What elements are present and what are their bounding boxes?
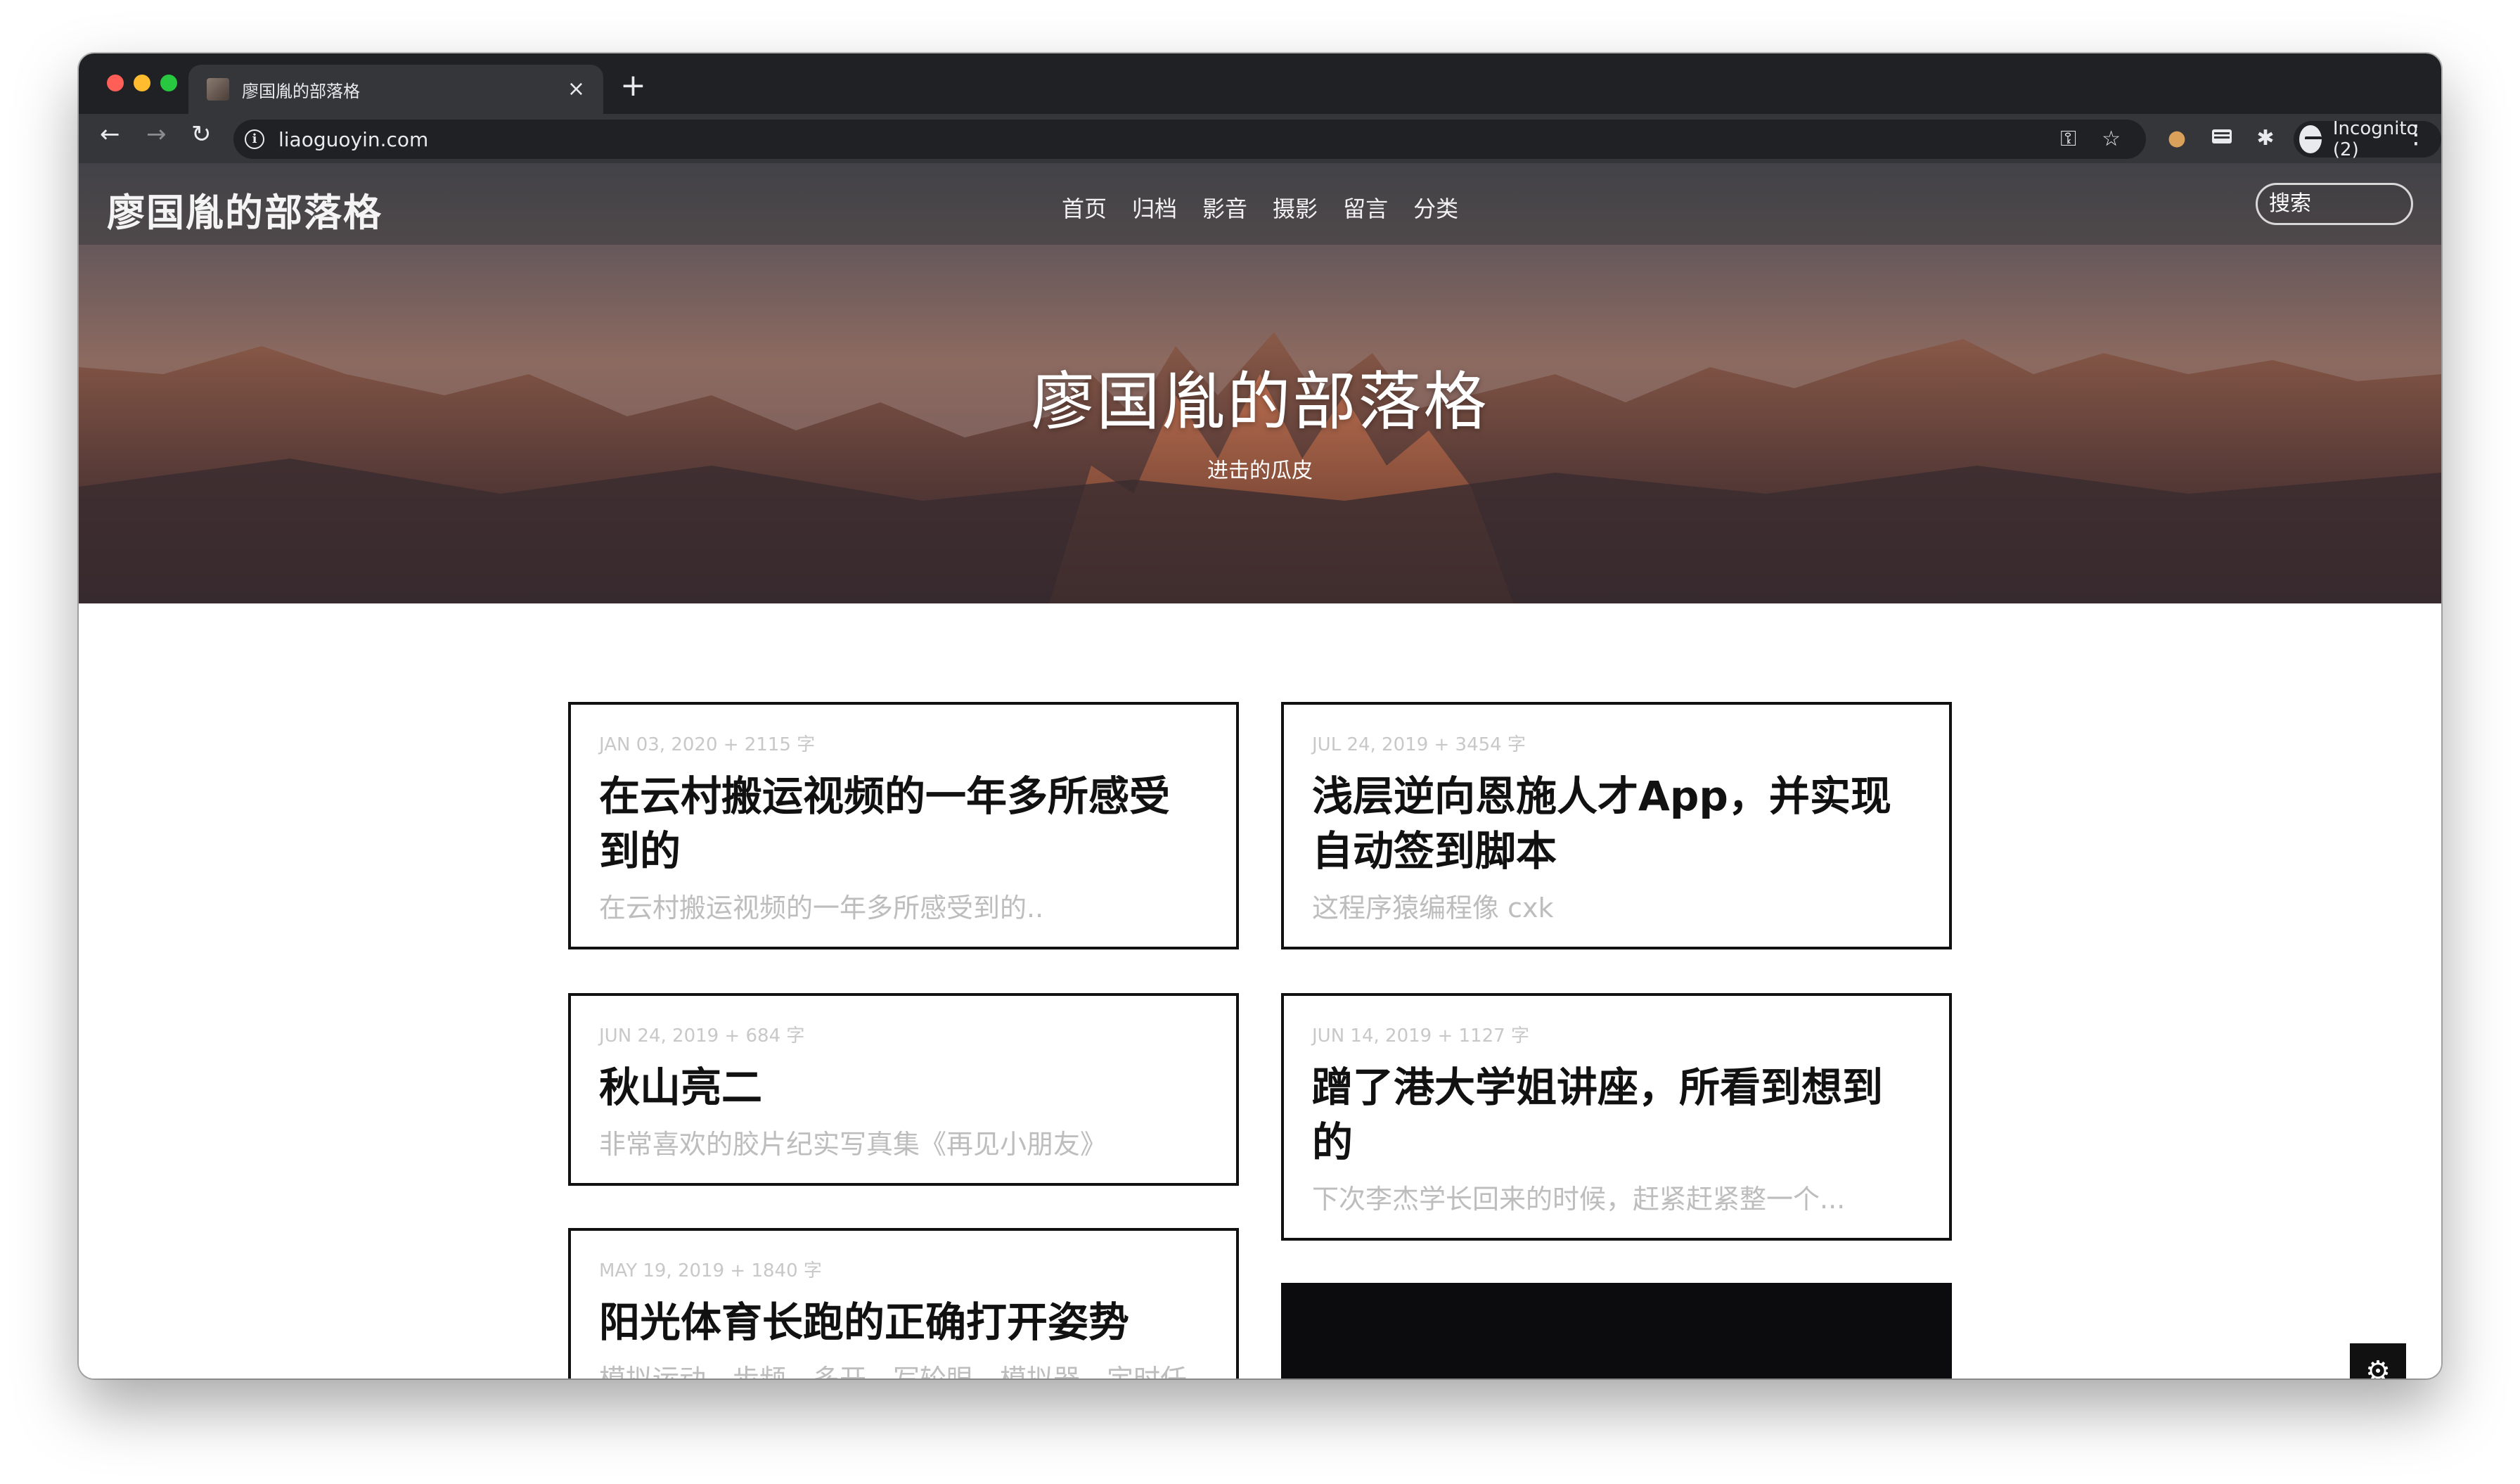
site-brand[interactable]: 廖国胤的部落格 [107,181,382,237]
search-input[interactable]: 搜索 [2256,183,2413,225]
post-card-image[interactable] [1281,1283,1952,1379]
post-meta: JUN 24, 2019 + 684 字 [599,1025,805,1047]
nav-item-categories[interactable]: 分类 [1413,191,1458,224]
post-meta: JUL 24, 2019 + 3454 字 [1312,734,1526,755]
tab-title: 廖国胤的部落格 [242,81,360,101]
post-excerpt: 模拟运动、步频、多开、写轮眼、模拟器、定时任务、Aipao 脚本.. [599,1361,1208,1379]
settings-gear-icon[interactable]: ⚙ [2350,1343,2406,1379]
url-text[interactable]: liaoguoyin.com [278,128,2060,151]
post-excerpt: 这程序猿编程像 cxk [1312,893,1554,923]
post-title[interactable]: 浅层逆向恩施人才App，并实现自动签到脚本 [1312,769,1921,878]
web-page: 廖国胤的部落格 首页 归档 影音 摄影 留言 分类 搜索 廖国胤的部落格 进击的… [79,163,2441,1379]
nav-item-archive[interactable]: 归档 [1132,191,1177,224]
site-info-icon[interactable]: i [245,129,264,149]
post-card[interactable]: MAY 19, 2019 + 1840 字 阳光体育长跑的正确打开姿势 模拟运动… [568,1228,1239,1379]
nav-item-home[interactable]: 首页 [1062,191,1107,224]
new-tab-button[interactable]: + [620,70,646,101]
post-card[interactable]: JUN 24, 2019 + 684 字 秋山亮二 非常喜欢的胶片纪实写真集《再… [568,993,1239,1186]
nav-item-guestbook[interactable]: 留言 [1343,191,1388,224]
post-title[interactable]: 蹭了港大学姐讲座，所看到想到的 [1312,1060,1921,1170]
browser-tab[interactable]: 廖国胤的部落格 × [188,65,603,114]
nav-item-media[interactable]: 影音 [1202,191,1247,224]
hero-banner: 廖国胤的部落格 首页 归档 影音 摄影 留言 分类 搜索 廖国胤的部落格 进击的… [79,163,2441,603]
incognito-icon [2299,125,2322,153]
card-extension-icon[interactable] [2209,126,2235,151]
nav-item-photography[interactable]: 摄影 [1273,191,1318,224]
close-window-button[interactable] [107,75,124,91]
forward-arrow-icon[interactable]: → [146,122,167,146]
post-meta: JUN 14, 2019 + 1127 字 [1312,1025,1529,1047]
post-card[interactable]: JAN 03, 2020 + 2115 字 在云村搬运视频的一年多所感受到的 在… [568,702,1239,949]
minimize-window-button[interactable] [134,75,150,91]
favicon-icon [207,78,229,101]
site-nav-links: 首页 归档 影音 摄影 留言 分类 [1062,191,1458,224]
site-navbar: 廖国胤的部落格 首页 归档 影音 摄影 留言 分类 搜索 [79,163,2441,245]
post-meta: JAN 03, 2020 + 2115 字 [599,734,816,755]
password-key-icon[interactable]: ⚿ [2060,129,2076,150]
post-title[interactable]: 秋山亮二 [599,1060,1208,1115]
post-excerpt: 非常喜欢的胶片纪实写真集《再见小朋友》 [599,1129,1107,1160]
more-menu-icon[interactable]: ⋮ [2403,122,2429,148]
bookmark-star-icon[interactable]: ☆ [2102,129,2121,150]
browser-toolbar: ← → ↻ i liaoguoyin.com ⚿ ☆ ● ✱ Incognito… [79,114,2441,163]
cookie-extension-icon[interactable]: ● [2164,126,2190,151]
hero-subtitle: 进击的瓜皮 [1207,459,1313,483]
post-excerpt: 下次李杰学长回来的时候，赶紧赶紧整一个... [1312,1184,1846,1215]
tab-close-icon[interactable]: × [567,79,585,100]
post-card[interactable]: JUN 14, 2019 + 1127 字 蹭了港大学姐讲座，所看到想到的 下次… [1281,993,1952,1241]
address-bar[interactable]: i liaoguoyin.com ⚿ ☆ [233,120,2146,159]
post-excerpt: 在云村搬运视频的一年多所感受到的.. [599,893,1044,923]
post-title[interactable]: 阳光体育长跑的正确打开姿势 [599,1295,1208,1350]
hero-title: 廖国胤的部落格 [1031,365,1489,439]
browser-window: 廖国胤的部落格 × + ← → ↻ i liaoguoyin.com ⚿ ☆ ●… [79,53,2441,1379]
back-arrow-icon[interactable]: ← [100,122,120,146]
post-title[interactable]: 在云村搬运视频的一年多所感受到的 [599,769,1208,878]
reload-icon[interactable]: ↻ [191,122,212,146]
tab-strip: 廖国胤的部落格 × + [79,53,2441,114]
post-meta: MAY 19, 2019 + 1840 字 [599,1260,822,1281]
maximize-window-button[interactable] [160,75,177,91]
extensions-puzzle-icon[interactable]: ✱ [2253,126,2278,151]
post-card[interactable]: JUL 24, 2019 + 3454 字 浅层逆向恩施人才App，并实现自动签… [1281,702,1952,949]
window-controls [107,75,177,91]
